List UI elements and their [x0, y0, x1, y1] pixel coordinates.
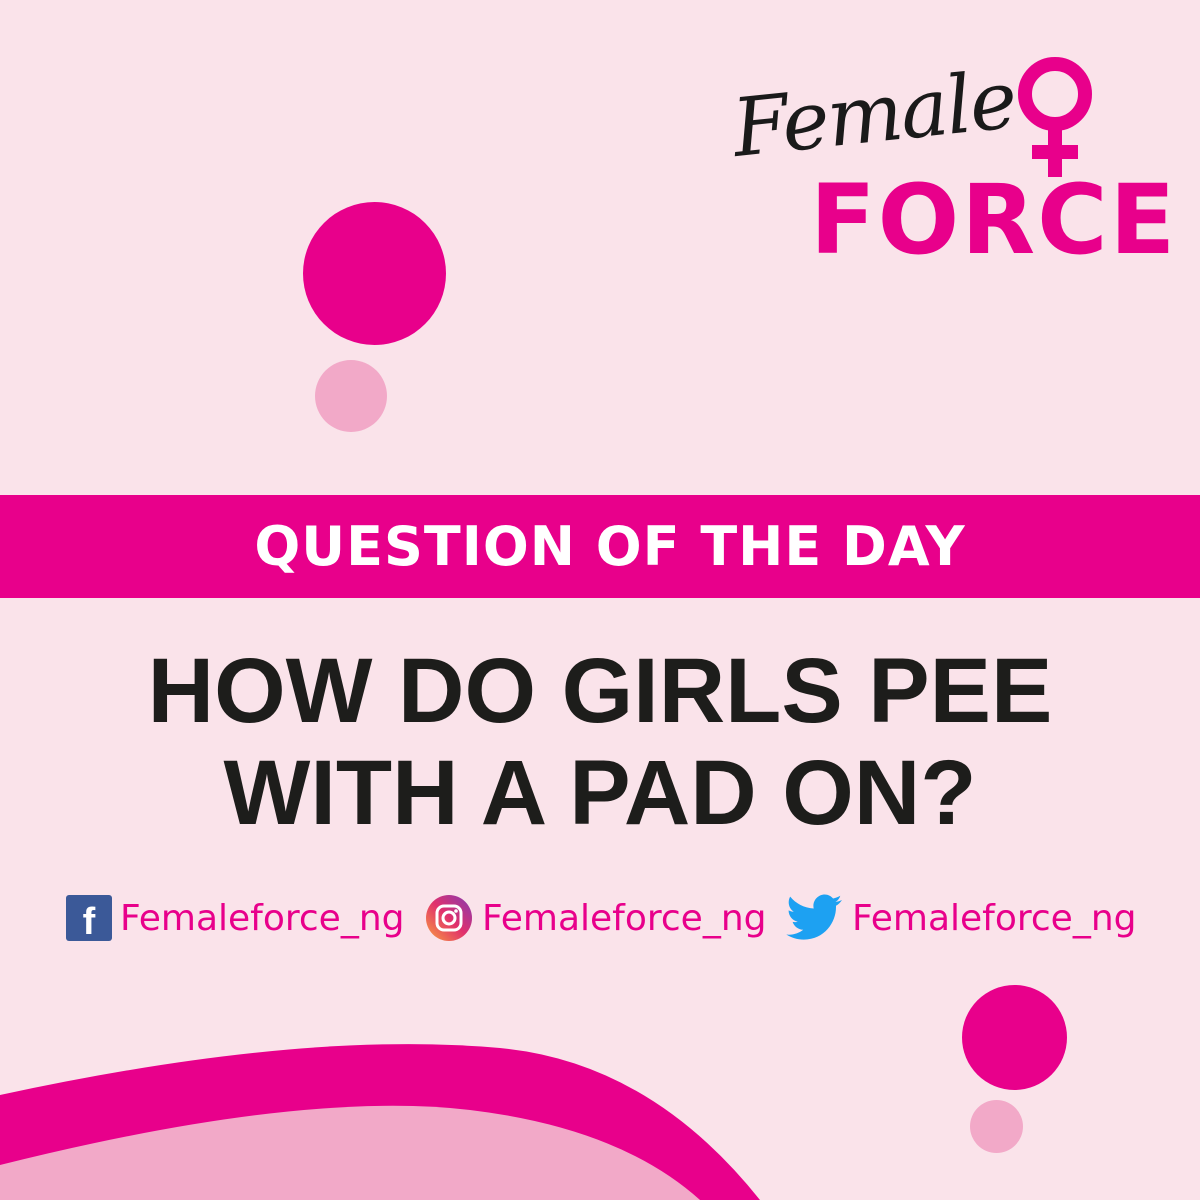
instagram-icon	[426, 895, 472, 941]
brand-script-text: Female	[728, 52, 1020, 175]
twitter-link[interactable]: Femaleforce_ng	[786, 890, 1136, 946]
twitter-handle: Femaleforce_ng	[852, 897, 1137, 939]
question-heading: HOW DO GIRLS PEE WITH A PAD ON?	[0, 640, 1200, 844]
instagram-handle: Femaleforce_ng	[482, 897, 767, 939]
venus-symbol-icon	[1018, 57, 1092, 177]
facebook-icon: f	[66, 895, 112, 941]
question-of-the-day-banner: QUESTION OF THE DAY	[0, 495, 1200, 598]
question-line-2: WITH A PAD ON?	[223, 742, 977, 844]
social-links: f Femaleforce_ng Femaleforce_ng Femalefo…	[0, 890, 1200, 950]
brand-force-text: FORCE	[810, 164, 1178, 276]
instagram-link[interactable]: Femaleforce_ng	[424, 890, 766, 946]
facebook-link[interactable]: f Femaleforce_ng	[66, 890, 404, 946]
twitter-icon	[786, 894, 842, 940]
question-line-1: HOW DO GIRLS PEE	[147, 640, 1053, 742]
brand-logo: Female FORCE	[728, 52, 1175, 282]
banner-label: QUESTION OF THE DAY	[254, 515, 966, 578]
facebook-handle: Femaleforce_ng	[120, 897, 405, 939]
